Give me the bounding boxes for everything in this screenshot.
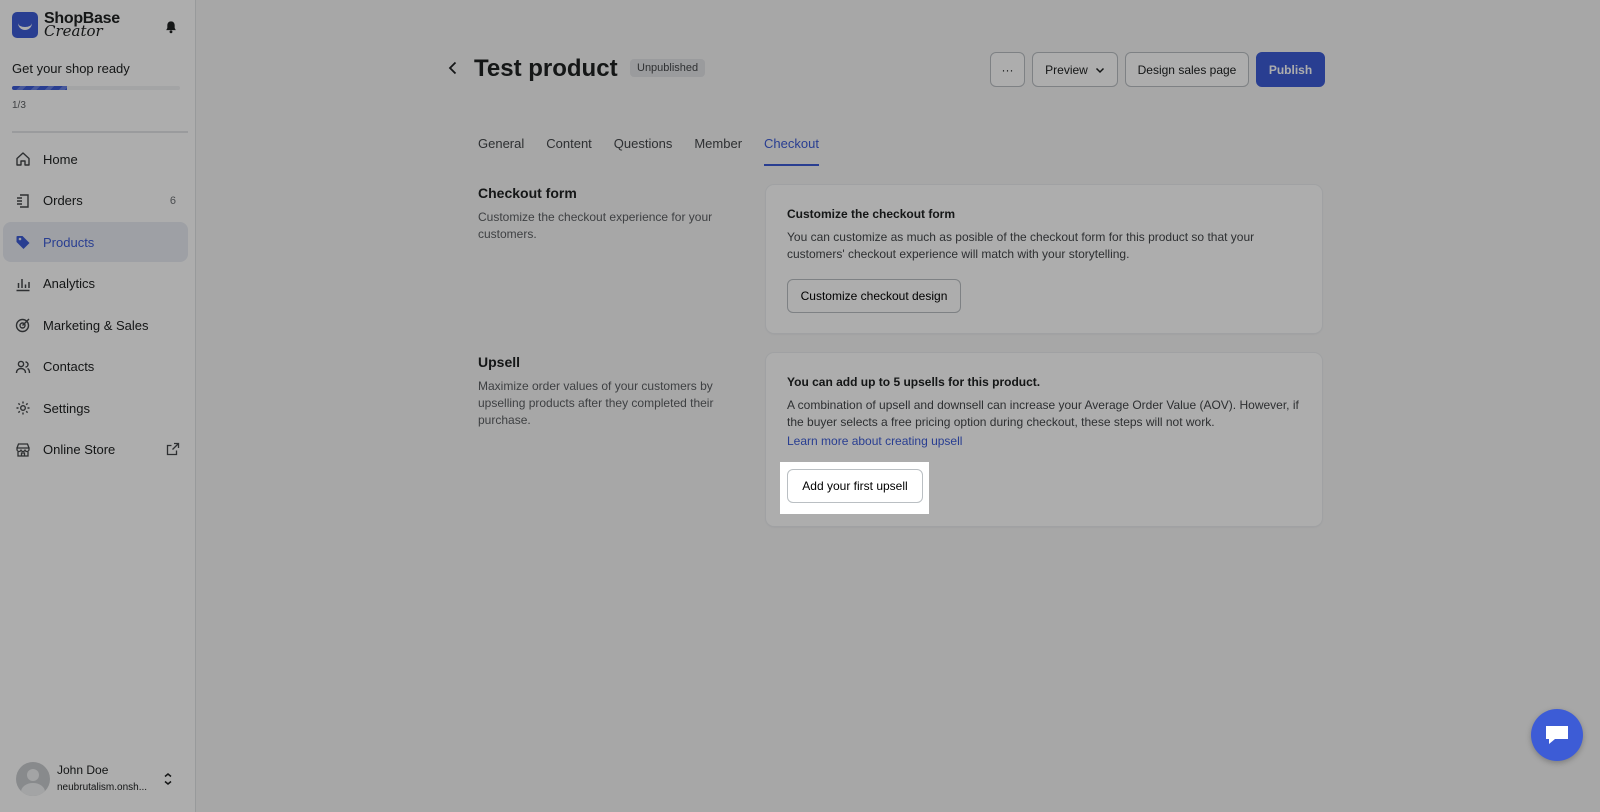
sidebar-item-online-store[interactable]: Online Store [3,430,188,470]
sidebar-item-marketing[interactable]: Marketing & Sales [3,305,188,345]
status-badge: Unpublished [630,59,706,77]
page-title: Test product [474,55,618,82]
sidebar: ShopBase Creator Get your shop ready 1/3… [0,0,196,812]
checkout-form-card-text: You can customize as much as posible of … [787,230,1255,261]
sidebar-item-label: Settings [43,400,90,416]
checkout-form-section-description: Customize the checkout experience for yo… [478,210,713,241]
sidebar-item-analytics[interactable]: Analytics [3,264,188,304]
avatar [16,762,50,796]
sidebar-item-label: Orders [43,193,83,208]
tab-checkout[interactable]: Checkout [764,134,819,166]
sidebar-item-label: Home [43,151,78,167]
chevron-up-down-icon[interactable] [162,772,174,786]
upsell-card: You can add up to 5 upsells for this pro… [766,353,1322,526]
back-arrow-icon[interactable] [445,60,461,76]
product-tabs: General Content Questions Member Checkou… [478,134,841,166]
target-icon [15,318,30,333]
customize-checkout-design-button[interactable]: Customize checkout design [787,279,961,313]
contacts-icon [15,360,31,373]
tab-general[interactable]: General [478,134,524,164]
chevron-down-icon [1095,67,1104,73]
external-link-icon[interactable] [166,442,180,456]
sidebar-item-products[interactable]: Products [3,222,188,262]
add-first-upsell-button[interactable]: Add your first upsell [787,469,923,503]
sidebar-item-home[interactable]: Home [3,139,188,179]
orders-icon [17,193,29,208]
onboarding-count: 1/3 [12,100,26,111]
sidebar-item-settings[interactable]: Settings [3,388,188,428]
shopbase-creator-logo[interactable]: ShopBase Creator [12,11,120,39]
sidebar-item-label: Online Store [43,442,116,457]
sidebar-item-label: Marketing & Sales [43,317,149,333]
sidebar-item-label: Analytics [43,276,96,291]
preview-button-label: Preview [1045,62,1088,77]
publish-button[interactable]: Publish [1256,52,1325,87]
bell-icon[interactable] [164,20,178,34]
onboarding-progress-bar [12,86,180,90]
sidebar-item-label: Contacts [43,359,95,374]
checkout-form-card-title: Customize the checkout form [787,207,956,221]
upsell-section-title: Upsell [478,354,521,370]
more-actions-button[interactable]: ··· [990,52,1025,87]
shopbase-logo-icon [12,12,38,38]
store-icon [16,442,30,457]
onboarding-title[interactable]: Get your shop ready [12,61,130,76]
checkout-form-section-title: Checkout form [478,185,577,201]
orders-count-badge: 6 [169,194,176,207]
upsell-section-description: Maximize order values of your customers … [478,379,714,427]
upsell-card-title: You can add up to 5 upsells for this pro… [787,375,1041,389]
preview-button[interactable]: Preview [1032,52,1118,87]
sidebar-nav: Home Orders 6 Products Analytics Marketi… [0,139,196,471]
learn-more-upsell-link[interactable]: Learn more about creating upsell [787,434,962,448]
sidebar-divider [12,131,188,133]
upsell-card-text: A combination of upsell and downsell can… [787,398,1299,429]
user-name: John Doe [57,763,109,777]
chat-bubble-icon [1546,726,1568,744]
user-store-domain: neubrutalism.onsh... [57,782,148,793]
design-sales-page-button[interactable]: Design sales page [1125,52,1249,87]
chat-support-button[interactable] [1531,709,1583,761]
sidebar-item-orders[interactable]: Orders 6 [3,181,188,221]
home-icon [16,152,30,166]
user-menu[interactable]: John Doe neubrutalism.onsh... [16,762,188,798]
tab-questions[interactable]: Questions [614,134,673,164]
gear-icon [16,401,30,415]
sidebar-item-contacts[interactable]: Contacts [3,347,188,387]
tab-member[interactable]: Member [694,134,742,164]
sidebar-item-label: Products [43,234,95,250]
tag-icon [16,236,30,249]
analytics-icon [16,278,30,291]
onboarding-progress-fill [12,86,68,90]
checkout-form-card: Customize the checkout form You can cust… [766,185,1322,333]
tab-content[interactable]: Content [546,134,592,164]
